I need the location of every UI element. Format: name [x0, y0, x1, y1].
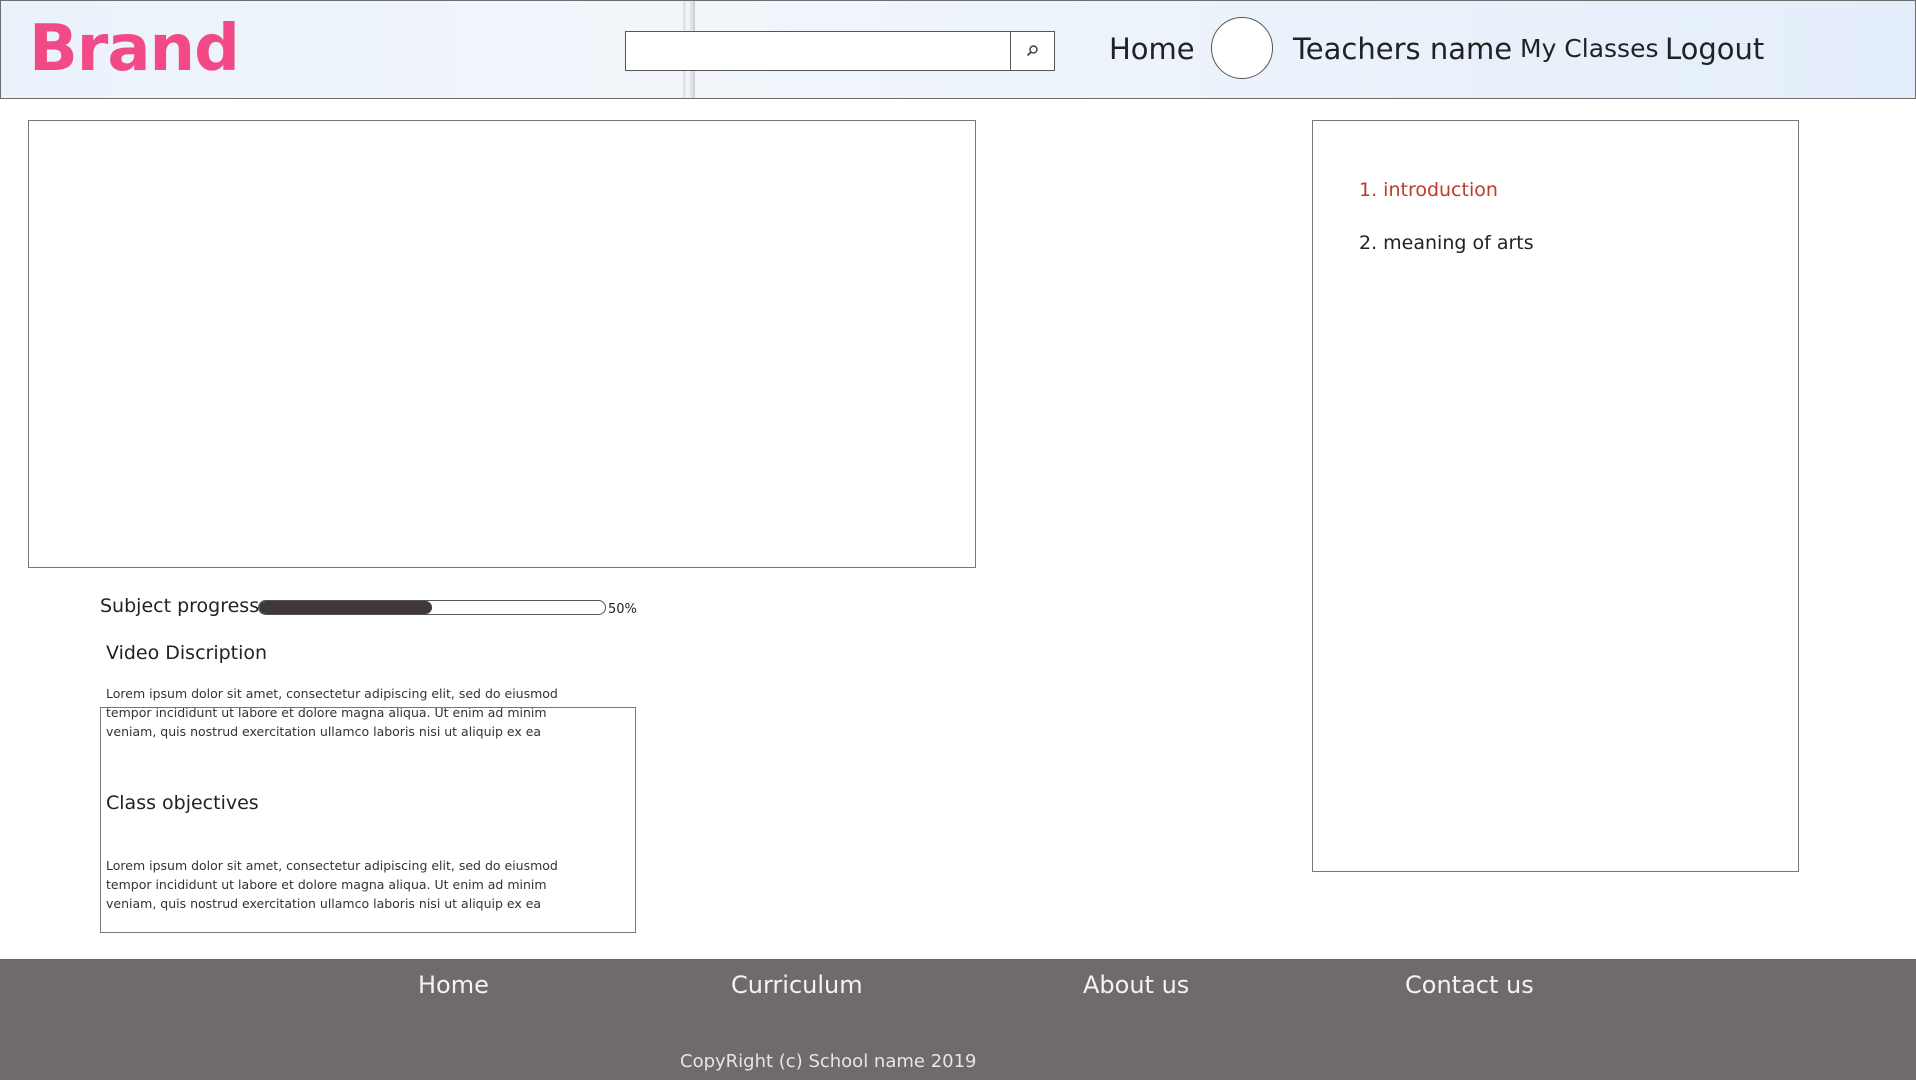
brand-logo[interactable]: Brand	[29, 9, 240, 89]
nav-my-classes-link[interactable]: My Classes	[1520, 29, 1659, 69]
chapter-item-introduction[interactable]: 1. introduction	[1359, 179, 1498, 201]
footer-about-link[interactable]: About us	[1083, 971, 1189, 999]
subject-progress-percent: 50%	[608, 602, 637, 617]
chapter-item-meaning-of-arts[interactable]: 2. meaning of arts	[1359, 232, 1534, 254]
subject-progress-fill	[259, 601, 432, 614]
footer: Home Curriculum About us Contact us Copy…	[0, 959, 1916, 1080]
footer-contact-link[interactable]: Contact us	[1405, 971, 1534, 999]
copyright-text: CopyRight (c) School name 2019	[680, 1051, 977, 1072]
class-objectives-heading: Class objectives	[106, 792, 259, 814]
video-player[interactable]	[28, 120, 976, 568]
search-input[interactable]	[625, 31, 1011, 71]
chapter-list: 1. introduction 2. meaning of arts	[1312, 120, 1799, 872]
search-button[interactable]	[1011, 31, 1055, 71]
subject-progress-bar	[258, 600, 606, 615]
footer-home-link[interactable]: Home	[418, 971, 489, 999]
logout-link[interactable]: Logout	[1665, 29, 1764, 69]
avatar[interactable]	[1211, 17, 1273, 79]
class-objectives-text: Lorem ipsum dolor sit amet, consectetur …	[106, 858, 558, 911]
footer-curriculum-link[interactable]: Curriculum	[731, 971, 863, 999]
search-icon	[1026, 45, 1038, 57]
video-description-heading: Video Discription	[106, 642, 268, 664]
subject-progress-label: Subject progress	[100, 595, 260, 617]
nav-home-link[interactable]: Home	[1109, 29, 1195, 69]
teacher-name-link[interactable]: Teachers name	[1293, 29, 1512, 69]
top-header: Brand Home Teachers name My Classes Logo…	[0, 0, 1916, 99]
